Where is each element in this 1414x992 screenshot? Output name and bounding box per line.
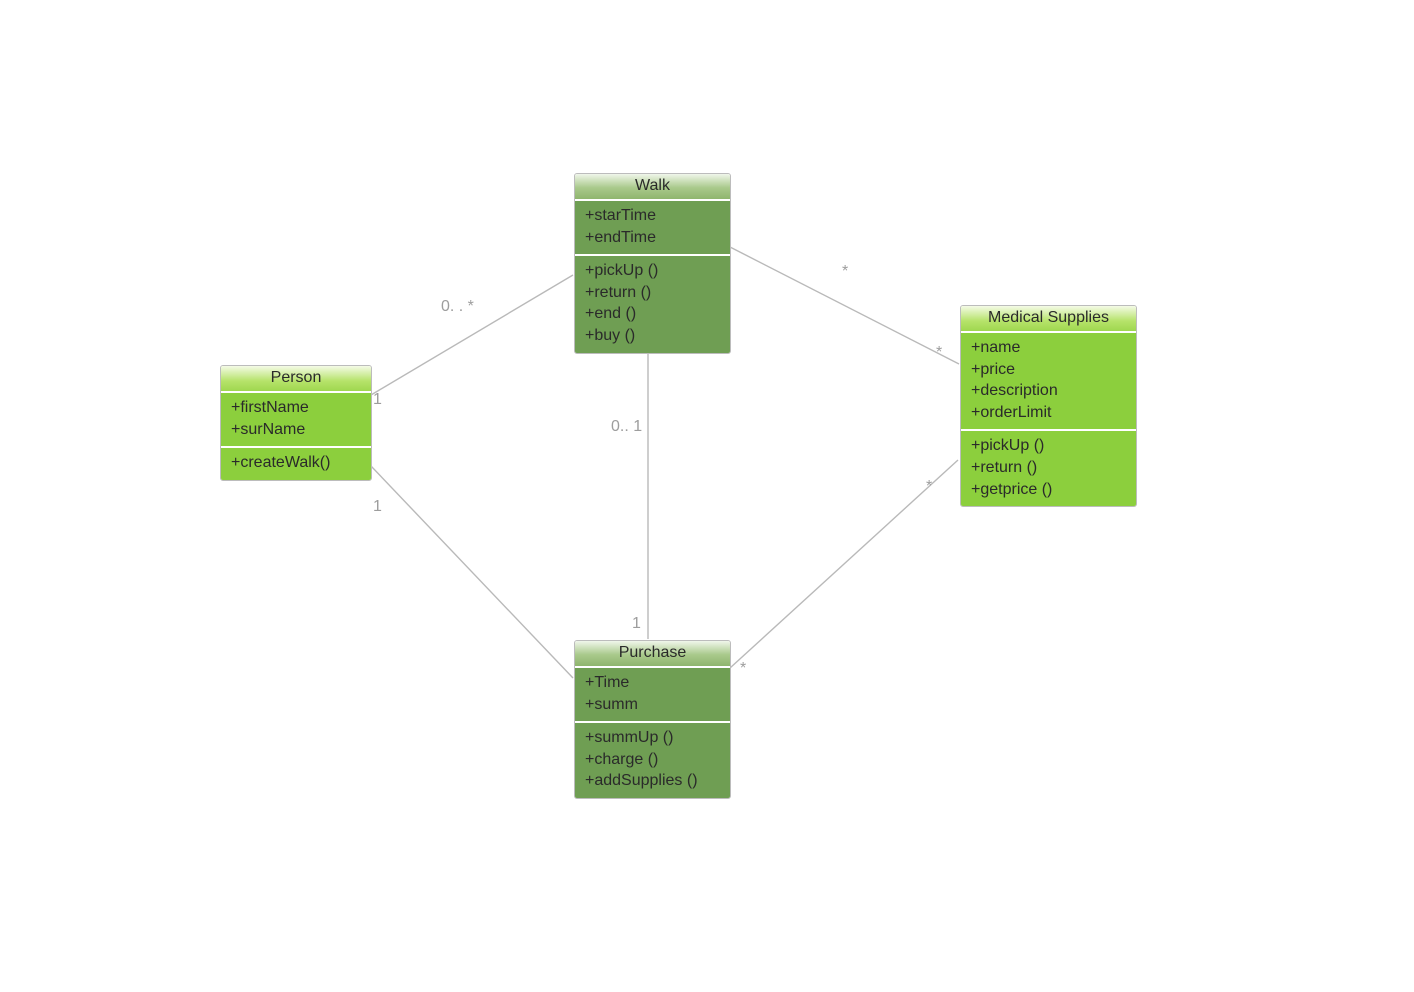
class-walk-title: Walk bbox=[575, 174, 730, 201]
attr: +firstName bbox=[231, 397, 361, 419]
class-person[interactable]: Person +firstName +surName +createWalk() bbox=[220, 365, 372, 481]
attr: +name bbox=[971, 337, 1126, 359]
class-person-attributes: +firstName +surName bbox=[221, 393, 371, 446]
method: +charge () bbox=[585, 749, 720, 771]
method: +return () bbox=[971, 457, 1126, 479]
method: +buy () bbox=[585, 325, 720, 347]
attr: +price bbox=[971, 359, 1126, 381]
method: +pickUp () bbox=[585, 260, 720, 282]
class-walk[interactable]: Walk +starTime +endTime +pickUp () +retu… bbox=[574, 173, 731, 354]
diagram-canvas: Person +firstName +surName +createWalk()… bbox=[0, 0, 1414, 992]
method: +end () bbox=[585, 303, 720, 325]
label-purchase-med-right: * bbox=[926, 478, 932, 496]
class-walk-methods: +pickUp () +return () +end () +buy () bbox=[575, 254, 730, 352]
label-person-walk-n: 0. . * bbox=[441, 298, 474, 316]
method: +summUp () bbox=[585, 727, 720, 749]
attr: +Time bbox=[585, 672, 720, 694]
label-walk-purchase-top: 0.. 1 bbox=[611, 418, 642, 436]
attr: +description bbox=[971, 380, 1126, 402]
method: +createWalk() bbox=[231, 452, 361, 474]
class-person-title: Person bbox=[221, 366, 371, 393]
association-lines bbox=[0, 0, 1414, 992]
method: +return () bbox=[585, 282, 720, 304]
class-purchase-methods: +summUp () +charge () +addSupplies () bbox=[575, 721, 730, 798]
method: +getprice () bbox=[971, 479, 1126, 501]
class-medical-supplies-title: Medical Supplies bbox=[961, 306, 1136, 333]
class-purchase-attributes: +Time +summ bbox=[575, 668, 730, 721]
attr: +orderLimit bbox=[971, 402, 1126, 424]
method: +addSupplies () bbox=[585, 770, 720, 792]
class-person-methods: +createWalk() bbox=[221, 446, 371, 480]
label-person-purchase-1: 1 bbox=[373, 498, 382, 516]
attr: +starTime bbox=[585, 205, 720, 227]
attr: +summ bbox=[585, 694, 720, 716]
class-medical-supplies-methods: +pickUp () +return () +getprice () bbox=[961, 429, 1136, 506]
label-walk-med-right: * bbox=[936, 344, 942, 362]
attr: +surName bbox=[231, 419, 361, 441]
label-purchase-med-left: * bbox=[740, 660, 746, 678]
label-person-walk-1: 1 bbox=[373, 391, 382, 409]
label-walk-purchase-bottom: 1 bbox=[632, 615, 641, 633]
label-walk-med-left: * bbox=[842, 263, 848, 281]
class-purchase-title: Purchase bbox=[575, 641, 730, 668]
method: +pickUp () bbox=[971, 435, 1126, 457]
attr: +endTime bbox=[585, 227, 720, 249]
class-walk-attributes: +starTime +endTime bbox=[575, 201, 730, 254]
class-medical-supplies[interactable]: Medical Supplies +name +price +descripti… bbox=[960, 305, 1137, 507]
class-purchase[interactable]: Purchase +Time +summ +summUp () +charge … bbox=[574, 640, 731, 799]
class-medical-supplies-attributes: +name +price +description +orderLimit bbox=[961, 333, 1136, 429]
